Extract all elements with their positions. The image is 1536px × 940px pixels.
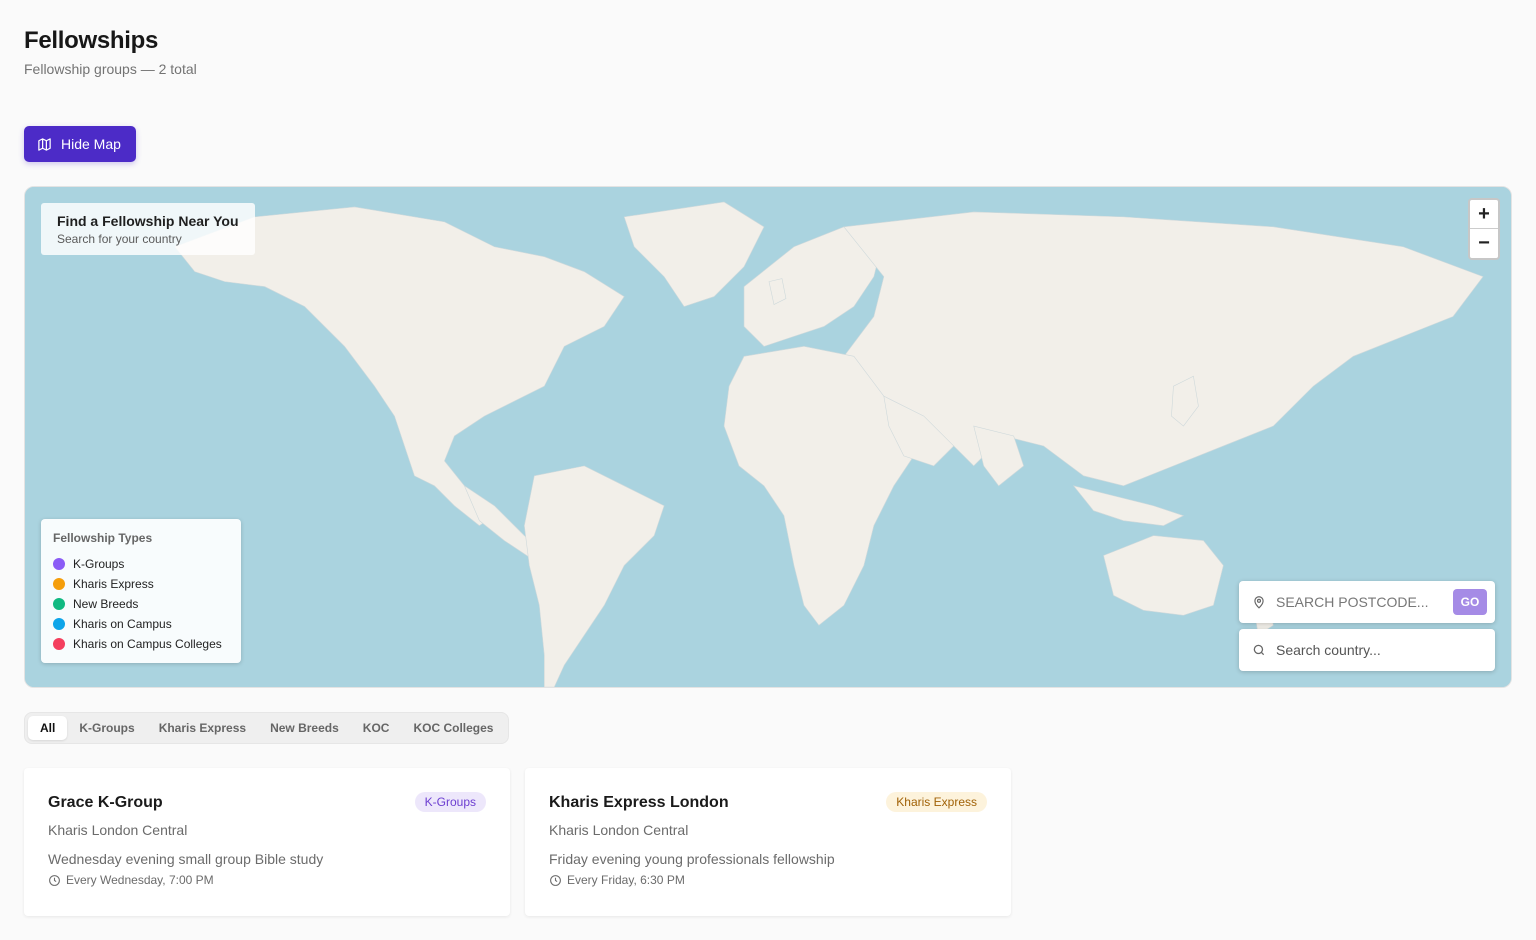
legend-item: Kharis on Campus (53, 614, 229, 634)
fellowship-location: Kharis London Central (48, 822, 188, 838)
page-subtitle: Fellowship groups — 2 total (24, 61, 197, 77)
tab-koc-colleges[interactable]: KOC Colleges (401, 716, 505, 740)
go-button[interactable]: GO (1453, 589, 1487, 615)
legend-dot (53, 598, 65, 610)
fellowship-types-legend: Fellowship Types K-Groups Kharis Express… (41, 519, 241, 663)
clock-icon (550, 874, 561, 886)
legend-item: New Breeds (53, 594, 229, 614)
legend-dot (53, 558, 65, 570)
fellowship-map[interactable]: Find a Fellowship Near You Search for yo… (24, 186, 1512, 688)
legend-label: K-Groups (73, 557, 125, 571)
zoom-in-button[interactable]: + (1470, 200, 1498, 229)
page-title: Fellowships (24, 27, 159, 54)
hide-map-label: Hide Map (61, 136, 121, 152)
legend-dot (53, 618, 65, 630)
fellowship-description: Friday evening young professionals fello… (549, 851, 835, 867)
clock-icon (49, 874, 60, 886)
search-icon (1253, 644, 1265, 656)
fellowship-filter-tabs: All K-Groups Kharis Express New Breeds K… (24, 712, 510, 744)
legend-dot (53, 638, 65, 650)
fellowship-location: Kharis London Central (549, 822, 689, 838)
legend-title: Fellowship Types (53, 531, 153, 545)
fellowship-card[interactable]: Grace K-Group K-Groups Kharis London Cen… (24, 768, 510, 916)
legend-item: K-Groups (53, 554, 229, 574)
map-icon (38, 137, 51, 151)
tab-koc[interactable]: KOC (351, 716, 402, 740)
tab-all[interactable]: All (28, 716, 68, 740)
tab-kharis-express[interactable]: Kharis Express (147, 716, 258, 740)
tab-k-groups[interactable]: K-Groups (67, 716, 146, 740)
legend-dot (53, 578, 65, 590)
country-search-input[interactable] (1276, 642, 1476, 658)
legend-label: Kharis on Campus (73, 617, 172, 631)
legend-item: Kharis Express (53, 574, 229, 594)
fellowship-type-badge: Kharis Express (886, 792, 987, 812)
find-fellowship-subtitle: Search for your country (57, 232, 182, 246)
fellowship-description: Wednesday evening small group Bible stud… (48, 851, 324, 867)
find-fellowship-title: Find a Fellowship Near You (57, 213, 239, 229)
zoom-out-button[interactable]: − (1470, 229, 1498, 258)
legend-label: Kharis on Campus Colleges (73, 637, 222, 651)
find-fellowship-card: Find a Fellowship Near You Search for yo… (41, 203, 255, 255)
legend-label: New Breeds (73, 597, 139, 611)
hide-map-button[interactable]: Hide Map (24, 126, 136, 162)
tab-new-breeds[interactable]: New Breeds (258, 716, 351, 740)
location-pin-icon (1254, 596, 1264, 609)
fellowship-card[interactable]: Kharis Express London Kharis Express Kha… (525, 768, 1011, 916)
fellowship-schedule-text: Every Wednesday, 7:00 PM (66, 873, 214, 887)
postcode-input[interactable] (1276, 594, 1436, 610)
fellowship-type-badge: K-Groups (414, 792, 486, 812)
legend-item: Kharis on Campus Colleges (53, 634, 229, 654)
country-search (1239, 629, 1495, 671)
fellowship-schedule: Every Friday, 6:30 PM (549, 873, 987, 887)
zoom-control: + − (1468, 198, 1500, 260)
fellowship-schedule: Every Wednesday, 7:00 PM (48, 873, 486, 887)
postcode-search: GO (1239, 581, 1495, 623)
fellowship-schedule-text: Every Friday, 6:30 PM (567, 873, 685, 887)
legend-label: Kharis Express (73, 577, 154, 591)
